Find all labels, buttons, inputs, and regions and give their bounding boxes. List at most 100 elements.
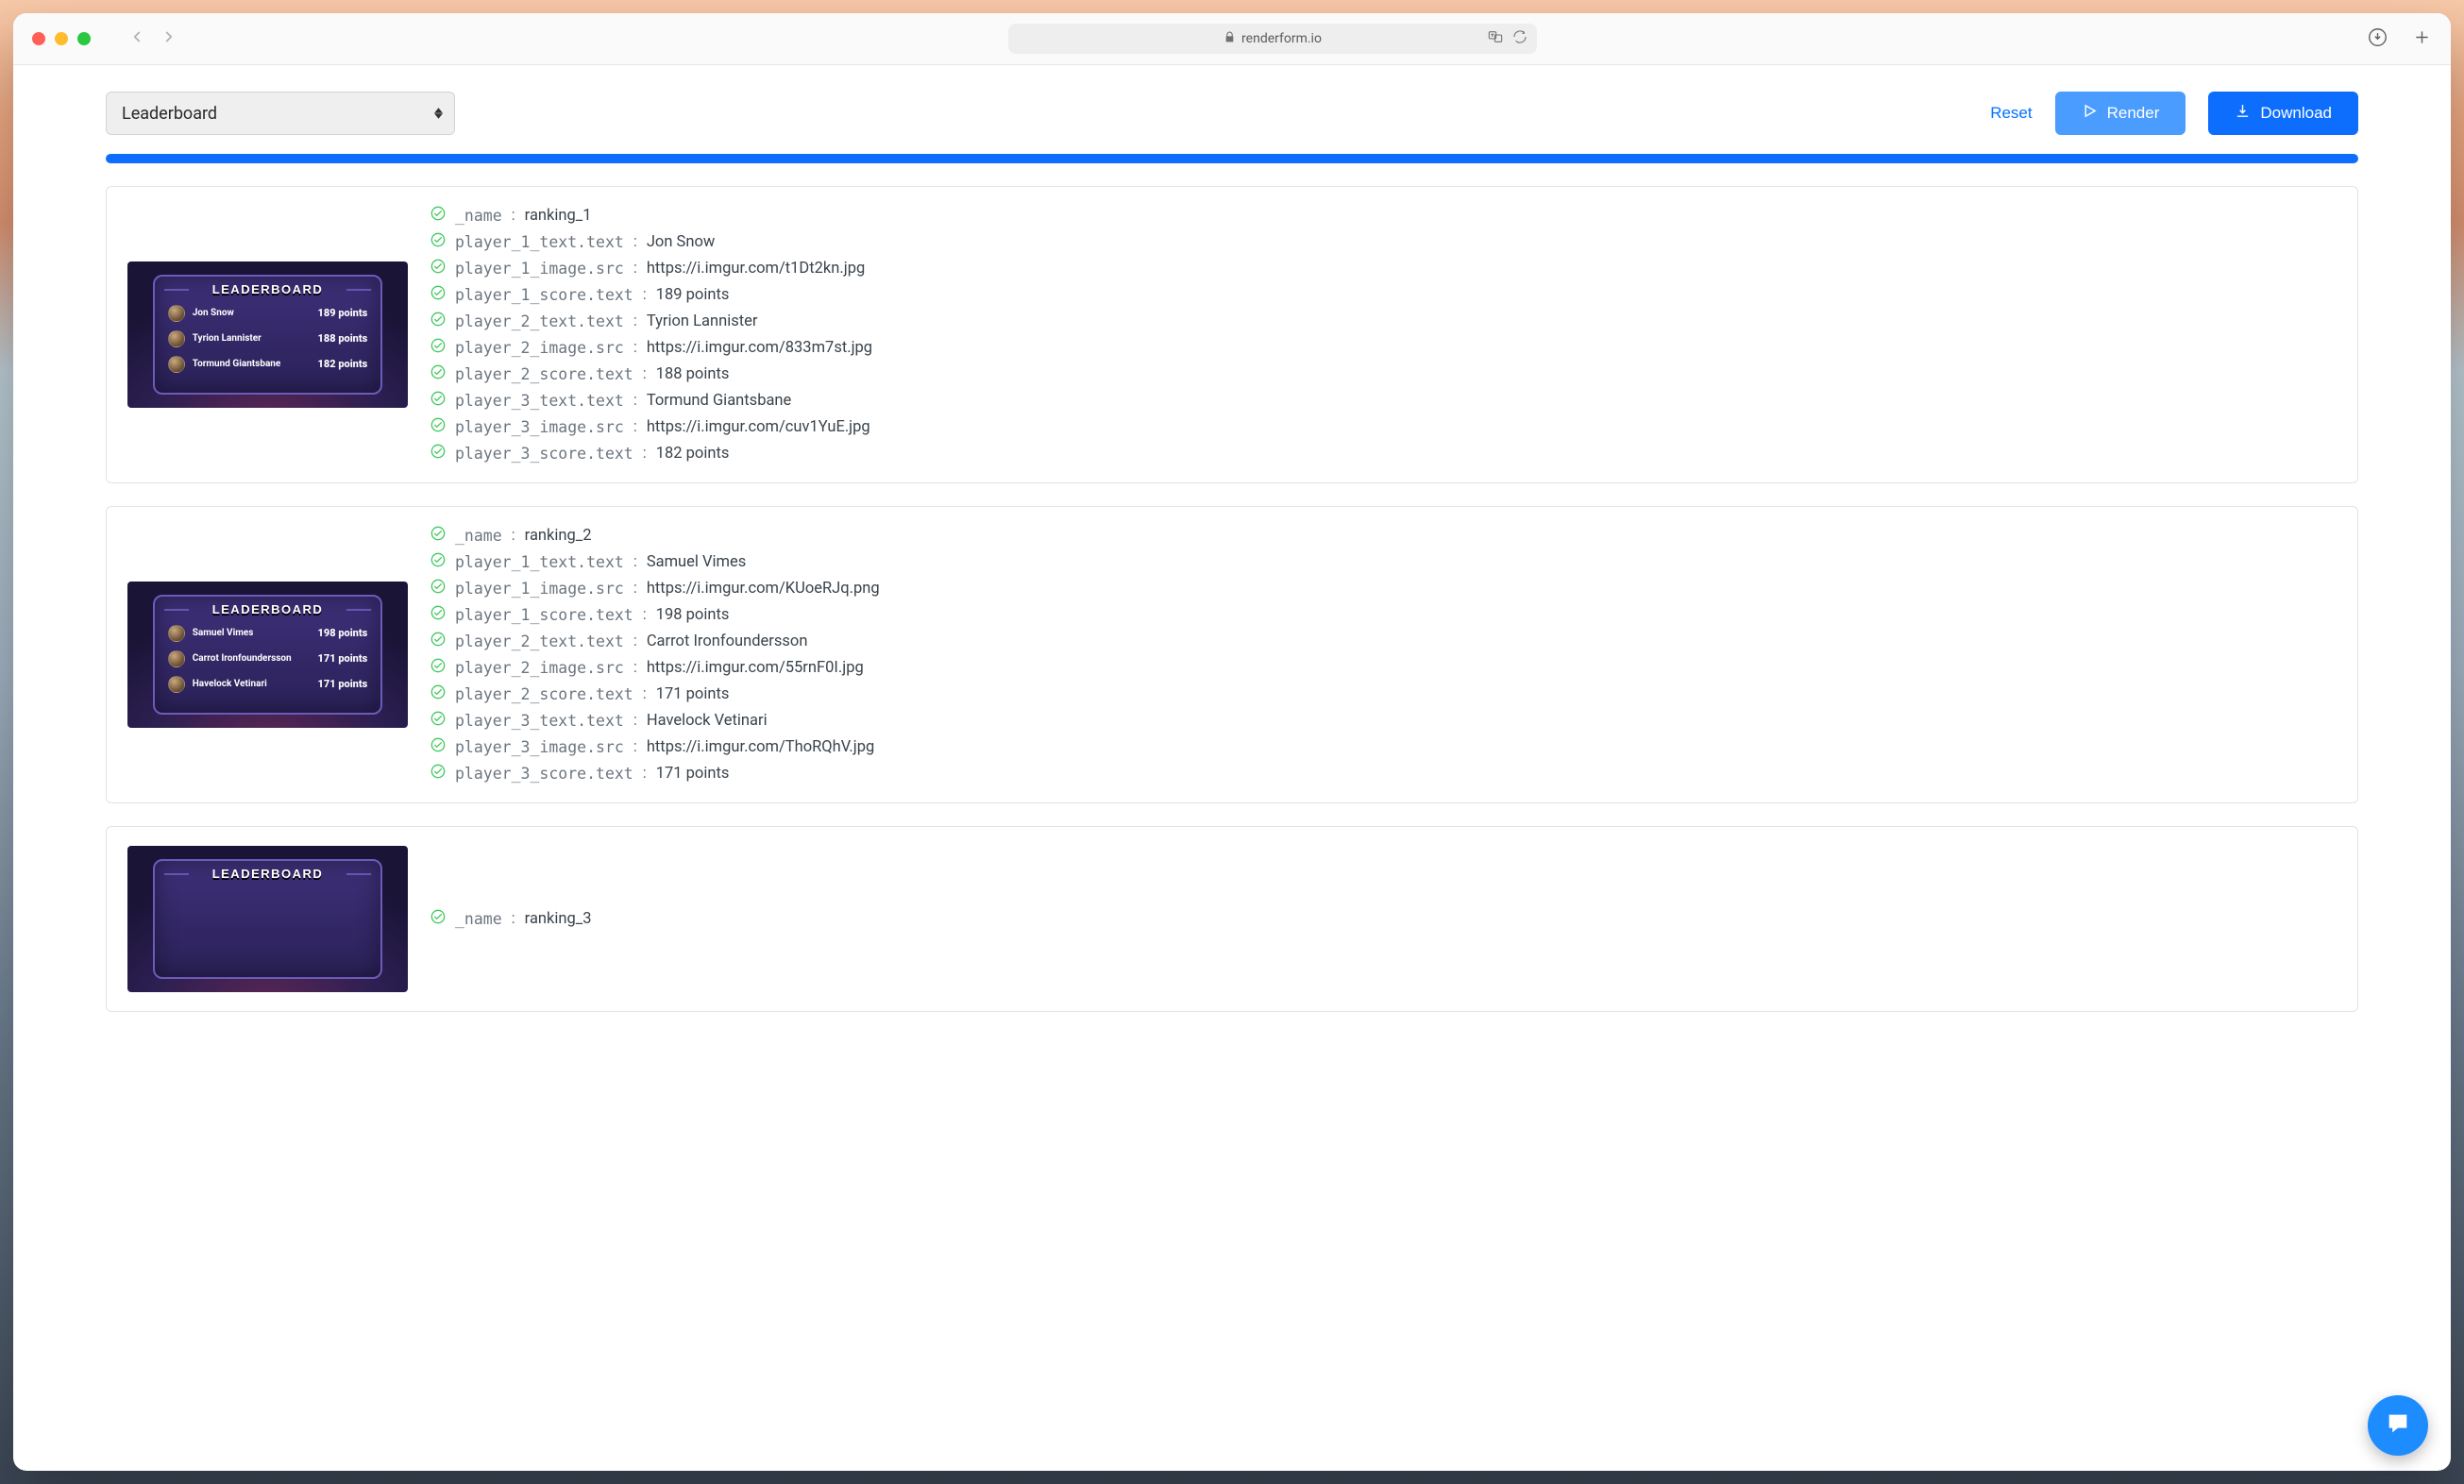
- field-key: player_2_text.text: [455, 632, 624, 650]
- downloads-icon[interactable]: [2368, 27, 2388, 51]
- render-button-label: Render: [2107, 104, 2160, 123]
- minimize-window-icon[interactable]: [55, 32, 68, 45]
- chevron-updown-icon: [434, 108, 443, 119]
- field-separator: :: [633, 392, 637, 410]
- check-circle-icon: [430, 391, 446, 411]
- nav-forward-icon[interactable]: [160, 28, 177, 49]
- leaderboard-player-score: 188 points: [318, 332, 368, 345]
- field-value: https://i.imgur.com/KUoeRJq.png: [647, 580, 880, 598]
- field-key: player_3_image.src: [455, 418, 624, 436]
- field-separator: :: [633, 339, 637, 357]
- check-circle-icon: [430, 312, 446, 331]
- field-value: ranking_2: [525, 527, 592, 545]
- close-window-icon[interactable]: [32, 32, 45, 45]
- field-value: Samuel Vimes: [647, 553, 746, 571]
- avatar: [168, 305, 185, 322]
- field-key: player_1_text.text: [455, 553, 624, 571]
- leaderboard-player-score: 189 points: [318, 307, 368, 319]
- result-thumbnail[interactable]: LEADERBOARDSamuel Vimes198 pointsCarrot …: [127, 582, 408, 728]
- check-circle-icon: [430, 259, 446, 278]
- check-circle-icon: [430, 737, 446, 757]
- avatar: [168, 676, 185, 693]
- field-row: player_3_image.src : https://i.imgur.com…: [430, 737, 2331, 757]
- field-separator: :: [643, 685, 647, 703]
- check-circle-icon: [430, 711, 446, 731]
- leaderboard-row: Carrot Ironfoundersson171 points: [168, 650, 368, 667]
- field-separator: :: [633, 312, 637, 330]
- check-circle-icon: [430, 632, 446, 651]
- leaderboard-player-score: 198 points: [318, 627, 368, 639]
- translate-icon[interactable]: [1488, 29, 1503, 48]
- field-row: player_1_score.text : 189 points: [430, 285, 2331, 305]
- leaderboard-player-score: 171 points: [318, 678, 368, 690]
- leaderboard-player-name: Tyrion Lannister: [193, 333, 262, 344]
- new-tab-icon[interactable]: [2412, 27, 2432, 51]
- field-value: 171 points: [656, 765, 730, 783]
- reset-button[interactable]: Reset: [1990, 104, 2032, 123]
- progress-bar: [106, 154, 2358, 163]
- download-button[interactable]: Download: [2208, 92, 2358, 135]
- result-card: LEADERBOARD _name : ranking_3: [106, 826, 2358, 1012]
- field-key: player_1_image.src: [455, 580, 624, 598]
- template-select[interactable]: Leaderboard: [106, 92, 455, 135]
- field-value: Jon Snow: [647, 233, 715, 251]
- render-button[interactable]: Render: [2055, 92, 2186, 135]
- check-circle-icon: [430, 206, 446, 226]
- field-value: https://i.imgur.com/ThoRQhV.jpg: [647, 738, 874, 756]
- field-row: player_1_score.text : 198 points: [430, 605, 2331, 625]
- field-row: player_2_image.src : https://i.imgur.com…: [430, 658, 2331, 678]
- chat-icon: [2385, 1410, 2411, 1441]
- address-bar[interactable]: renderform.io: [1008, 24, 1537, 54]
- field-list: _name : ranking_1player_1_text.text : Jo…: [430, 206, 2331, 464]
- field-value: Tormund Giantsbane: [647, 392, 791, 410]
- reload-icon[interactable]: [1512, 29, 1527, 48]
- field-key: player_3_text.text: [455, 392, 624, 410]
- field-value: https://i.imgur.com/833m7st.jpg: [647, 339, 872, 357]
- leaderboard-row: Samuel Vimes 198 points: [168, 625, 368, 642]
- result-thumbnail[interactable]: LEADERBOARD: [127, 846, 408, 992]
- field-row: player_3_text.text : Havelock Vetinari: [430, 711, 2331, 731]
- field-separator: :: [633, 738, 637, 756]
- leaderboard-title: LEADERBOARD: [168, 282, 368, 296]
- check-circle-icon: [430, 232, 446, 252]
- field-list: _name : ranking_3: [430, 909, 2331, 929]
- template-select-value: Leaderboard: [122, 104, 217, 124]
- field-separator: :: [633, 260, 637, 278]
- field-key: player_3_score.text: [455, 765, 633, 783]
- field-row: player_1_text.text : Jon Snow: [430, 232, 2331, 252]
- field-row: player_1_image.src : https://i.imgur.com…: [430, 579, 2331, 599]
- field-row: player_1_image.src : https://i.imgur.com…: [430, 259, 2331, 278]
- field-key: player_3_image.src: [455, 738, 624, 756]
- field-value: Tyrion Lannister: [647, 312, 758, 330]
- leaderboard-row: Havelock Vetinari171 points: [168, 676, 368, 693]
- chat-widget[interactable]: [2368, 1395, 2428, 1456]
- leaderboard-row: Tormund Giantsbane182 points: [168, 356, 368, 373]
- field-key: player_2_text.text: [455, 312, 624, 330]
- leaderboard-row: Tyrion Lannister 188 points: [168, 330, 368, 347]
- nav-back-icon[interactable]: [128, 28, 145, 49]
- download-icon: [2235, 103, 2251, 124]
- field-row: player_2_text.text : Carrot Ironfounders…: [430, 632, 2331, 651]
- avatar: [168, 356, 185, 373]
- field-separator: :: [633, 659, 637, 677]
- maximize-window-icon[interactable]: [77, 32, 91, 45]
- window-controls: [32, 32, 91, 45]
- field-value: https://i.imgur.com/55rnF0I.jpg: [647, 659, 864, 677]
- leaderboard-player-name: Samuel Vimes: [193, 628, 254, 638]
- field-key: player_2_image.src: [455, 339, 624, 357]
- leaderboard-player-name: Jon Snow: [193, 308, 234, 318]
- field-row: player_2_score.text : 188 points: [430, 364, 2331, 384]
- field-row: player_2_text.text : Tyrion Lannister: [430, 312, 2331, 331]
- browser-titlebar: renderform.io: [13, 13, 2451, 65]
- field-value: ranking_3: [525, 910, 592, 928]
- field-value: ranking_1: [525, 207, 592, 225]
- field-row: _name : ranking_2: [430, 526, 2331, 546]
- field-separator: :: [643, 286, 647, 304]
- result-thumbnail[interactable]: LEADERBOARD Jon Snow 189 points Tyrion Lann…: [127, 261, 408, 408]
- field-value: https://i.imgur.com/cuv1YuE.jpg: [647, 418, 870, 436]
- page-content: Leaderboard Reset Render Download LEA: [13, 65, 2451, 1471]
- lock-icon: [1224, 31, 1236, 47]
- avatar: [168, 625, 185, 642]
- field-row: player_2_image.src : https://i.imgur.com…: [430, 338, 2331, 358]
- field-separator: :: [512, 910, 515, 928]
